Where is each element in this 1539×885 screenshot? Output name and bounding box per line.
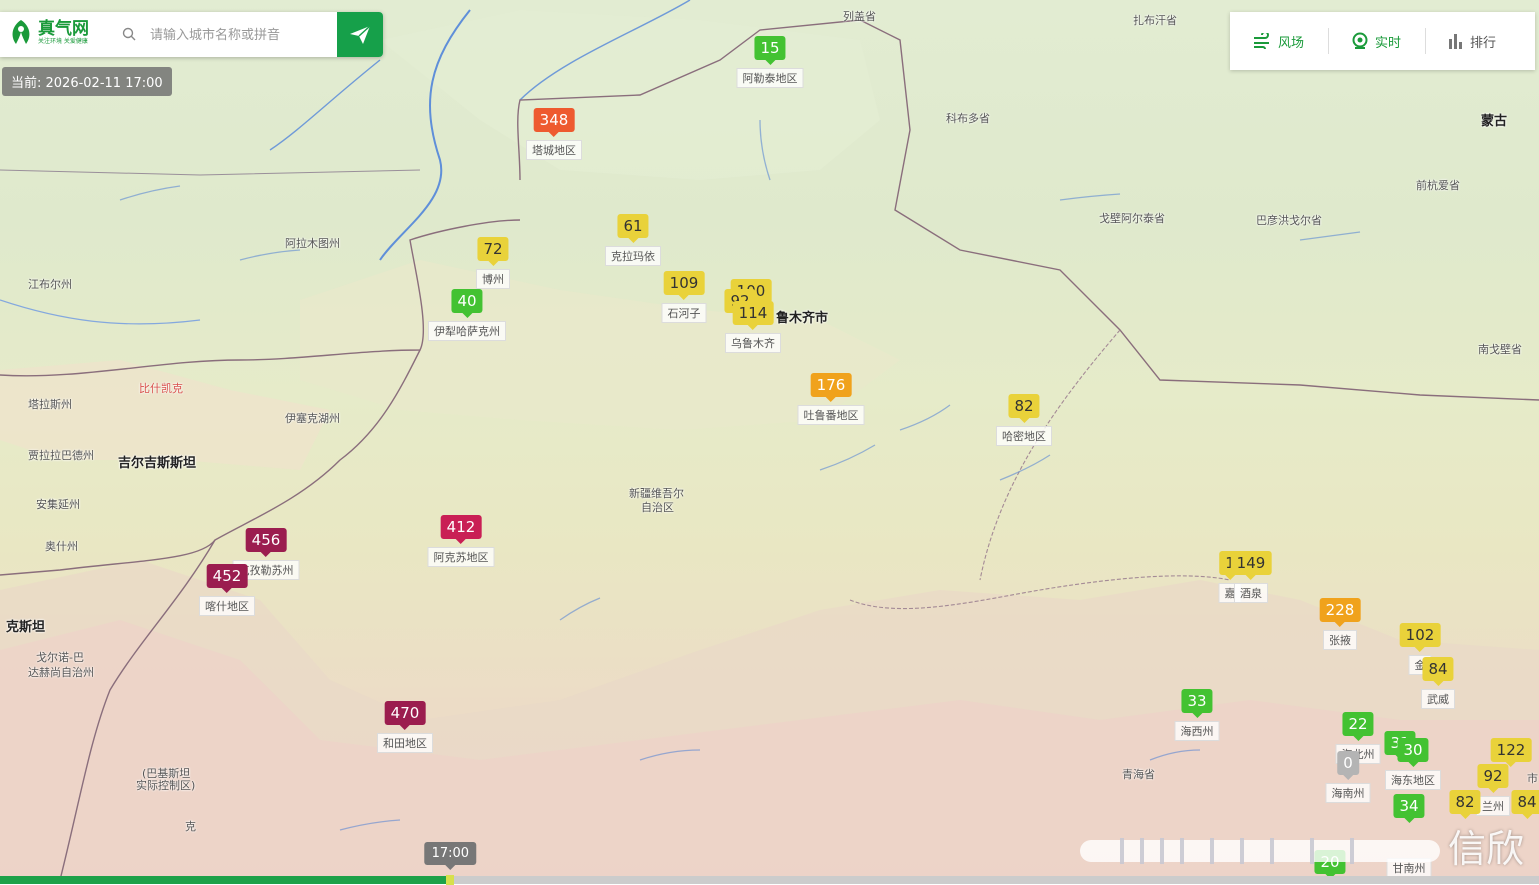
- aqi-value: 61: [617, 214, 649, 243]
- place-label: 达赫尚自治州: [28, 666, 94, 679]
- place-label: 实际控制区): [136, 779, 196, 792]
- current-time-label: 当前: 2026-02-11 17:00: [2, 67, 172, 96]
- place-label: 南戈壁省: [1478, 343, 1522, 356]
- search-icon: [122, 27, 136, 41]
- search-panel: 真气网 关注环境 关爱健康: [0, 12, 383, 57]
- timeline-time-bubble: 17:00: [424, 842, 477, 870]
- city-label: 海南州: [1325, 783, 1371, 803]
- city-label: 兰州: [1476, 796, 1510, 816]
- place-label: 吉尔吉斯斯坦: [118, 456, 197, 471]
- timeline-progress: [0, 876, 447, 884]
- city-label: 阿勒泰地区: [736, 68, 804, 88]
- city-label: 和田地区: [377, 733, 433, 753]
- search-submit-button[interactable]: [337, 12, 383, 57]
- city-label: 张掖: [1323, 630, 1357, 650]
- logo-slogan: 关注环境 关爱健康: [38, 38, 88, 45]
- aqi-value: 34: [1393, 794, 1425, 823]
- ranking-bars-icon: [1449, 34, 1463, 49]
- city-label: 乌鲁木齐: [725, 333, 781, 353]
- city-label: 石河子: [661, 303, 707, 323]
- city-label: 阿克苏地区: [427, 547, 495, 567]
- city-label: 武威: [1421, 689, 1455, 709]
- aqi-value: 109: [663, 271, 705, 300]
- aqi-value: 84: [1511, 790, 1539, 819]
- place-label: 蒙古: [1481, 114, 1508, 129]
- aqi-value: 22: [1342, 712, 1374, 741]
- place-label: 戈壁阿尔泰省: [1099, 212, 1165, 225]
- aqi-value: 348: [533, 108, 575, 137]
- city-label: 酒泉: [1234, 583, 1268, 603]
- aqi-value: 15: [754, 36, 786, 65]
- realtime-label: 实时: [1375, 35, 1402, 51]
- place-label: 巴彦洪戈尔省: [1256, 214, 1322, 227]
- aqi-value: 84: [1422, 657, 1454, 686]
- city-label: 博州: [476, 269, 510, 289]
- map-toolbar: 风场 实时 排行: [1230, 12, 1535, 70]
- wind-field-label: 风场: [1278, 35, 1305, 51]
- place-label: 克: [185, 820, 196, 833]
- place-label: 前杭爱省: [1416, 179, 1460, 192]
- logo-title: 真气网: [38, 19, 89, 39]
- aqi-value: 456: [245, 528, 287, 557]
- city-label: 海东地区: [1385, 770, 1441, 790]
- place-label: 伊塞克湖州: [285, 412, 340, 425]
- place-label: 自治区: [641, 501, 674, 514]
- watermark-text: 信欣: [1448, 827, 1525, 871]
- place-label: 青海省: [1122, 768, 1155, 781]
- city-label: 吐鲁番地区: [797, 405, 865, 425]
- place-label: 塔拉斯州: [28, 398, 72, 411]
- city-search-input[interactable]: [148, 22, 332, 48]
- aqi-value: 33: [1181, 689, 1213, 718]
- aqi-value: 412: [440, 515, 482, 544]
- wind-icon: [1254, 33, 1269, 49]
- aqi-value: 149: [1230, 551, 1272, 580]
- paper-plane-icon: [350, 24, 371, 44]
- map-terrain-layer: [0, 0, 1539, 884]
- aqi-value: 114: [732, 301, 774, 330]
- city-label: 克拉玛依: [605, 246, 661, 266]
- realtime-button[interactable]: 实时: [1329, 12, 1401, 70]
- timeline-slider[interactable]: [0, 875, 1539, 885]
- map-canvas[interactable]: 列盖省 扎布汗省 科布多省 蒙古 前杭爱省 戈壁阿尔泰省 巴彦洪戈尔省 南戈壁省…: [0, 0, 1539, 884]
- city-label: 喀什地区: [199, 596, 255, 616]
- aqi-value: 72: [477, 237, 509, 266]
- wind-field-button[interactable]: 风场: [1230, 12, 1304, 70]
- ranking-label: 排行: [1470, 35, 1497, 51]
- place-label: 扎布汗省: [1133, 14, 1177, 27]
- city-label: 哈密地区: [996, 426, 1052, 446]
- place-label: 戈尔诺-巴: [36, 651, 84, 664]
- leaf-logo-icon: [12, 20, 30, 44]
- place-label: 科布多省: [946, 112, 990, 125]
- aqi-value: 176: [810, 373, 852, 402]
- place-label: 比什凯克: [139, 382, 183, 395]
- watermark-bar-graphic: [1080, 838, 1440, 864]
- aqi-value: 40: [451, 289, 483, 318]
- aqi-value: 122: [1490, 738, 1532, 767]
- aqi-value: 470: [384, 701, 426, 730]
- aqi-value: 82: [1449, 790, 1481, 819]
- place-label: 安集延州: [36, 498, 80, 511]
- place-label: 市: [1527, 772, 1538, 785]
- place-label: 鲁木齐市: [776, 311, 829, 326]
- place-label: 列盖省: [843, 10, 876, 23]
- place-label: 贾拉拉巴德州: [28, 449, 94, 462]
- aqi-value: 102: [1399, 623, 1441, 652]
- aqi-value: 30: [1397, 738, 1429, 767]
- aqi-value: 452: [206, 564, 248, 593]
- aqi-value: 82: [1008, 394, 1040, 423]
- realtime-pin-icon: [1352, 32, 1368, 49]
- city-label: 伊犁哈萨克州: [428, 321, 506, 341]
- aqi-value: 0: [1337, 751, 1359, 780]
- aqi-value: 92: [1477, 764, 1509, 793]
- place-label: 阿拉木图州: [285, 237, 340, 250]
- place-label: 奥什州: [45, 540, 78, 553]
- city-label: 海西州: [1174, 721, 1220, 741]
- site-logo[interactable]: 真气网 关注环境 关爱健康: [8, 18, 89, 48]
- ranking-button[interactable]: 排行: [1426, 12, 1496, 70]
- aqi-value: 228: [1319, 598, 1361, 627]
- place-label: 江布尔州: [28, 278, 72, 291]
- city-label: 塔城地区: [526, 140, 582, 160]
- place-label: 克斯坦: [6, 620, 46, 635]
